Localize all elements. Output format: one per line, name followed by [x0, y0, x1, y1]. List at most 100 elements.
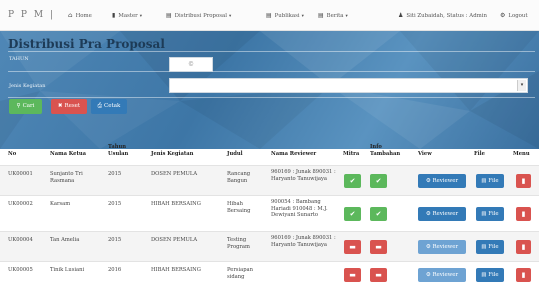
- table-header: No Nama Ketua Tahun Usulan Jenis Kegiata…: [0, 140, 539, 165]
- cell-tahun: 2015: [108, 171, 122, 177]
- tahun-input[interactable]: ©: [169, 57, 213, 72]
- page-title: Distribusi Pra Proposal: [8, 37, 165, 51]
- view-reviewer-label: Reviewer: [432, 178, 459, 184]
- cari-button[interactable]: ⚲ Cari: [9, 99, 42, 114]
- col-nama-ketua: Nama Ketua: [50, 151, 86, 157]
- file-label: File: [488, 178, 499, 184]
- user-icon: ♟: [398, 12, 404, 19]
- nav-master[interactable]: ▮ Master ▾: [112, 12, 142, 19]
- view-reviewer-button[interactable]: ⚙ Reviewer: [418, 207, 466, 221]
- mitra-minus-button[interactable]: ▬: [344, 268, 361, 282]
- col-file: File: [474, 151, 485, 157]
- delete-button[interactable]: ▮: [516, 174, 531, 188]
- table-row: UK00002 Karsam 2015 HIBAH BERSAING Hibah…: [0, 195, 539, 231]
- search-icon: ⚲: [16, 103, 21, 109]
- nav-home-label: Home: [75, 13, 92, 19]
- nav-master-label: Master: [118, 13, 138, 19]
- cell-judul: Testing Program: [227, 237, 250, 250]
- minus-icon: ▬: [375, 243, 382, 251]
- cell-tahun: 2016: [108, 267, 122, 273]
- cell-no: UK00001: [8, 171, 33, 177]
- nav-logout-label: Logout: [508, 13, 528, 19]
- trash-icon: ▮: [521, 177, 526, 185]
- cari-label: Cari: [22, 103, 35, 109]
- nav-publikasi[interactable]: ▤ Publikasi ▾: [266, 12, 304, 19]
- nav-berita[interactable]: ▤ Berita ▾: [318, 12, 348, 19]
- cell-judul: Persiapan sidang: [227, 267, 253, 280]
- file-label: File: [488, 244, 499, 250]
- minus-icon: ▬: [349, 271, 356, 279]
- delete-button[interactable]: ▮: [516, 268, 531, 282]
- col-menu: Menu: [513, 151, 530, 157]
- check-icon: ✔: [349, 177, 356, 185]
- table-row: UK00005 Tinik Lusiani 2016 HIBAH BERSAIN…: [0, 261, 539, 287]
- minus-icon: ▬: [375, 271, 382, 279]
- cell-ketua: Sunjanto Tri Rasmana: [50, 171, 83, 184]
- cell-ketua: Tan Amelia: [50, 237, 80, 243]
- cetak-button[interactable]: ⎙ Cetak: [91, 99, 127, 114]
- view-reviewer-button[interactable]: ⚙ Reviewer: [418, 240, 466, 254]
- cell-reviewer: 900054 : Bambang Hariadi 910048 : M.J. D…: [271, 199, 328, 218]
- file-icon: ▮: [112, 12, 116, 19]
- cell-tahun: 2015: [108, 201, 122, 207]
- nav-logout[interactable]: ⚙ Logout: [500, 12, 528, 19]
- col-no: No: [8, 151, 17, 157]
- top-navbar: P P M | ⌂ Home ▮ Master ▾ ▤ Distribusi Propo…: [0, 0, 539, 31]
- delete-button[interactable]: ▮: [516, 207, 531, 221]
- col-nama-reviewer: Nama Reviewer: [271, 151, 317, 157]
- file-button[interactable]: ▤ File: [476, 268, 504, 282]
- list-icon: ▤: [266, 12, 272, 19]
- cell-judul: Rancang Bangun: [227, 171, 251, 184]
- minus-icon: ▬: [349, 243, 356, 251]
- cell-no: UK00002: [8, 201, 33, 207]
- delete-button[interactable]: ▮: [516, 240, 531, 254]
- chevron-down-icon[interactable]: ▾: [517, 80, 526, 91]
- nav-berita-label: Berita: [326, 13, 344, 19]
- col-mitra: Mitra: [343, 151, 360, 157]
- file-button[interactable]: ▤ File: [476, 240, 504, 254]
- file-button[interactable]: ▤ File: [476, 174, 504, 188]
- brand-logo[interactable]: P P M |: [8, 10, 55, 20]
- nav-home[interactable]: ⌂ Home: [68, 12, 92, 19]
- view-reviewer-label: Reviewer: [432, 211, 459, 217]
- cell-tahun: 2015: [108, 237, 122, 243]
- mitra-check-button[interactable]: ✔: [344, 207, 361, 221]
- cell-reviewer: 960169 : Junak 890031 : Haryanto Tanuwij…: [271, 169, 336, 182]
- divider: [8, 97, 535, 98]
- file-button[interactable]: ▤ File: [476, 207, 504, 221]
- check-icon: ✔: [375, 210, 382, 218]
- mitra-check-button[interactable]: ✔: [344, 174, 361, 188]
- cell-judul: Hibah Bersaing: [227, 201, 251, 214]
- info-check-button[interactable]: ✔: [370, 207, 387, 221]
- trash-icon: ▮: [521, 271, 526, 279]
- nav-user-status[interactable]: ♟ Siti Zubaidah, Status : Admin: [398, 12, 487, 19]
- gear-icon: ⚙: [500, 12, 506, 19]
- info-check-button[interactable]: ✔: [370, 174, 387, 188]
- reset-label: Reset: [64, 103, 81, 109]
- divider: [8, 51, 535, 52]
- list-icon: ▤: [166, 12, 172, 19]
- trash-icon: ▮: [521, 243, 526, 251]
- close-icon: ✖: [57, 103, 63, 109]
- col-info-tambahan: Info Tambahan: [370, 144, 401, 157]
- cell-reviewer: 960169 : Junak 890031 : Haryanto Tanuwij…: [271, 235, 336, 248]
- view-reviewer-label: Reviewer: [432, 272, 459, 278]
- nav-publikasi-label: Publikasi: [274, 13, 300, 19]
- list-icon: ▤: [318, 12, 324, 19]
- reset-button[interactable]: ✖ Reset: [51, 99, 87, 114]
- col-jenis-kegiatan: Jenis Kegiatan: [151, 151, 194, 157]
- home-icon: ⌂: [68, 12, 73, 19]
- nav-distribusi-label: Distribusi Proposal: [174, 13, 227, 19]
- cell-ketua: Tinik Lusiani: [50, 267, 85, 273]
- info-minus-button[interactable]: ▬: [370, 240, 387, 254]
- jenis-kegiatan-select[interactable]: ▾: [169, 78, 528, 93]
- nav-distribusi-proposal[interactable]: ▤ Distribusi Proposal ▾: [166, 12, 231, 19]
- chevron-down-icon: ▾: [228, 14, 232, 19]
- info-minus-button[interactable]: ▬: [370, 268, 387, 282]
- view-reviewer-button[interactable]: ⚙ Reviewer: [418, 268, 466, 282]
- cell-jenis: DOSEN PEMULA: [151, 171, 198, 177]
- mitra-minus-button[interactable]: ▬: [344, 240, 361, 254]
- divider: [8, 71, 535, 72]
- col-tahun-usulan: Tahun Usulan: [108, 144, 129, 157]
- view-reviewer-button[interactable]: ⚙ Reviewer: [418, 174, 466, 188]
